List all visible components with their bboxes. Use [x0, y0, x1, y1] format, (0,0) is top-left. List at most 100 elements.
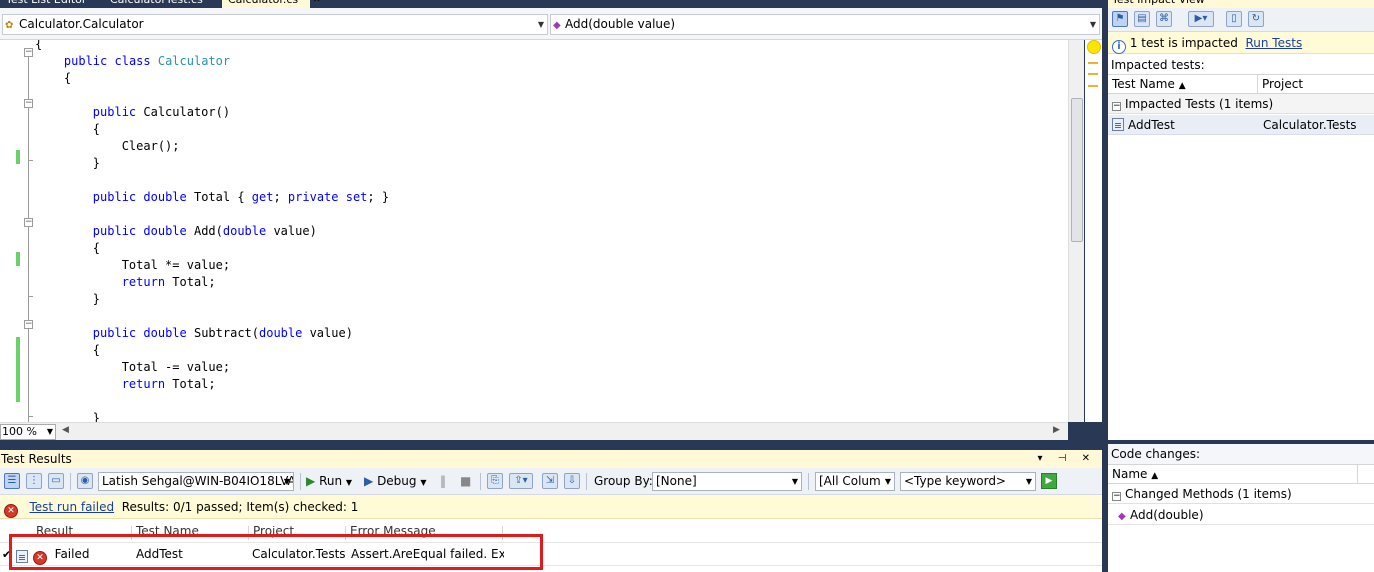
collapse-region-icon[interactable]: − — [24, 99, 33, 108]
tree-view-icon[interactable]: ⋮ — [26, 473, 42, 489]
impacted-tests-label: Impacted tests: — [1111, 58, 1205, 72]
method-icon: ◆ — [1118, 511, 1126, 522]
code-line[interactable]: Total -= value; — [35, 359, 389, 376]
code-line[interactable]: public double Subtract(double value) — [35, 325, 389, 342]
code-line[interactable]: } — [35, 155, 389, 172]
test-run-failed-link[interactable]: Test run failed — [29, 500, 114, 514]
chevron-down-icon: ▼ — [46, 427, 53, 436]
code-line[interactable] — [35, 172, 389, 189]
editor-gutter: − − − − — [0, 40, 36, 422]
test-run-icon[interactable]: ◉ — [77, 473, 93, 489]
code-line[interactable]: public class Calculator — [35, 53, 389, 70]
code-line[interactable]: { — [35, 40, 389, 53]
run-button[interactable]: ▶ Run ▼ — [306, 472, 352, 491]
column-header-test-name[interactable]: Test Name ▲ — [1108, 75, 1258, 94]
scrollbar-thumb[interactable] — [1071, 98, 1083, 242]
changed-methods-group[interactable]: − Changed Methods (1 items) — [1108, 484, 1374, 504]
type-dropdown[interactable]: ✿ Calculator.Calculator ▼ — [2, 14, 548, 35]
chevron-down-icon: ▼ — [283, 477, 290, 486]
toolbar-separator — [480, 473, 481, 490]
impacted-test-row[interactable]: AddTest Calculator.Tests — [1108, 115, 1374, 135]
scroll-left-icon[interactable]: ◀ — [62, 425, 69, 435]
run-tests-link[interactable]: Run Tests — [1245, 36, 1302, 50]
code-line[interactable]: { — [35, 70, 389, 87]
group-by-dropdown[interactable]: [None] ▼ — [652, 472, 802, 491]
code-editor[interactable]: − − − − { public class Calculator { publ… — [0, 40, 1068, 422]
collapse-group-icon[interactable]: − — [1112, 492, 1121, 501]
import-results-icon[interactable]: ⎘ — [487, 473, 503, 489]
splitter[interactable] — [0, 440, 1102, 450]
columns-value: [All Colum — [819, 474, 881, 488]
panel-window-buttons[interactable]: ▾ ⊣ ✕ — [1038, 450, 1096, 468]
keyword-filter-input[interactable]: <Type keyword> ▼ — [900, 472, 1036, 491]
changed-line-marker — [16, 252, 20, 266]
test-run-dropdown[interactable]: Latish Sehgal@WIN-B04IO18LVAI ▼ — [98, 472, 294, 491]
apply-filter-icon[interactable]: ▶ — [1041, 473, 1057, 489]
scroll-right-icon[interactable]: ▶ — [1053, 425, 1060, 435]
zoom-value: 100 % — [2, 425, 37, 438]
toolbar-separator — [300, 473, 301, 490]
member-dropdown-value: Add(double value) — [565, 17, 676, 31]
refresh-icon[interactable]: ↻ — [1248, 11, 1264, 27]
code-line[interactable]: return Total; — [35, 376, 389, 393]
tab-calculator[interactable]: Calculator.cs — [222, 0, 310, 8]
code-line[interactable]: Total *= value; — [35, 257, 389, 274]
debug-button[interactable]: ▶ Debug ▼ — [364, 472, 427, 491]
column-header-name[interactable]: Name ▲ — [1108, 465, 1358, 484]
code-line[interactable]: return Total; — [35, 274, 389, 291]
code-line[interactable]: Clear(); — [35, 138, 389, 155]
splitter[interactable] — [1108, 440, 1374, 444]
code-line[interactable] — [35, 206, 389, 223]
test-run-status-bar: ✕ Test run failed Results: 0/1 passed; I… — [0, 495, 1102, 519]
code-line[interactable]: public Calculator() — [35, 104, 389, 121]
zoom-dropdown[interactable]: 100 % ▼ — [0, 424, 56, 440]
impacted-tests-icon[interactable]: ⚑ — [1112, 11, 1128, 27]
clear-icon[interactable]: ▯ — [1226, 11, 1242, 27]
code-line[interactable]: { — [35, 121, 389, 138]
code-line[interactable]: } — [35, 291, 389, 308]
export-results-icon[interactable]: ⇩ — [564, 473, 580, 489]
collapse-region-icon[interactable]: − — [24, 48, 33, 57]
test-impact-view: ⚑ ▤ ⌘ ▶▾ ▯ ↻ i 1 test is impacted Run Te… — [1108, 8, 1374, 440]
changed-method-row[interactable]: ◆ Add(double) — [1108, 505, 1374, 525]
run-tests-dropdown-icon[interactable]: ▶▾ — [1188, 11, 1214, 27]
tab-test-list-editor[interactable]: Test List Editor — [0, 0, 92, 8]
tab-calculator-test[interactable]: CalculatorTest.cs — [104, 0, 209, 8]
outline-guide — [28, 57, 29, 422]
collapse-region-icon[interactable]: − — [24, 218, 33, 227]
list-view-icon[interactable]: ☰ — [4, 473, 20, 489]
close-tab-icon[interactable]: ✕ — [313, 0, 323, 8]
group-label: Impacted Tests (1 items) — [1125, 97, 1274, 111]
columns-dropdown[interactable]: [All Colum ▼ — [815, 472, 895, 491]
code-line[interactable]: } — [35, 410, 389, 422]
run-details-icon[interactable]: ▭ — [48, 473, 64, 489]
stop-icon[interactable]: ■ — [460, 472, 471, 491]
document-tab-strip: Test List Editor CalculatorTest.cs Calcu… — [0, 0, 1102, 8]
collapse-region-icon[interactable]: − — [24, 320, 33, 329]
debug-icon: ▶ — [364, 474, 374, 488]
code-text[interactable]: { public class Calculator { public Calcu… — [35, 40, 389, 422]
splitter[interactable] — [1102, 0, 1108, 572]
code-line[interactable]: { — [35, 240, 389, 257]
code-line[interactable]: { — [35, 342, 389, 359]
code-line[interactable]: public double Add(double value) — [35, 223, 389, 240]
ide-window: Test List Editor CalculatorTest.cs Calcu… — [0, 0, 1374, 572]
collapse-group-icon[interactable]: − — [1112, 102, 1121, 111]
code-line[interactable] — [35, 308, 389, 325]
code-line[interactable] — [35, 87, 389, 104]
code-line[interactable] — [35, 393, 389, 410]
pause-icon[interactable]: ‖ — [440, 472, 446, 491]
change-marker — [1088, 85, 1098, 87]
outline-end — [28, 296, 33, 297]
column-header-project[interactable]: Project — [1258, 75, 1374, 94]
impacted-tests-group[interactable]: − Impacted Tests (1 items) — [1108, 94, 1374, 114]
vertical-scrollbar[interactable] — [1068, 40, 1084, 422]
chevron-down-icon: ▼ — [1089, 20, 1096, 29]
test-run-value: Latish Sehgal@WIN-B04IO18LVAI — [102, 474, 294, 488]
publish-icon[interactable]: ⇪▾ — [509, 473, 533, 489]
tests-for-method-icon[interactable]: ⌘ — [1156, 11, 1172, 27]
code-changes-icon[interactable]: ▤ — [1134, 11, 1150, 27]
code-line[interactable]: public double Total { get; private set; … — [35, 189, 389, 206]
member-dropdown[interactable]: ◆ Add(double value) ▼ — [550, 14, 1100, 35]
export-icon[interactable]: ⇲ — [542, 473, 558, 489]
